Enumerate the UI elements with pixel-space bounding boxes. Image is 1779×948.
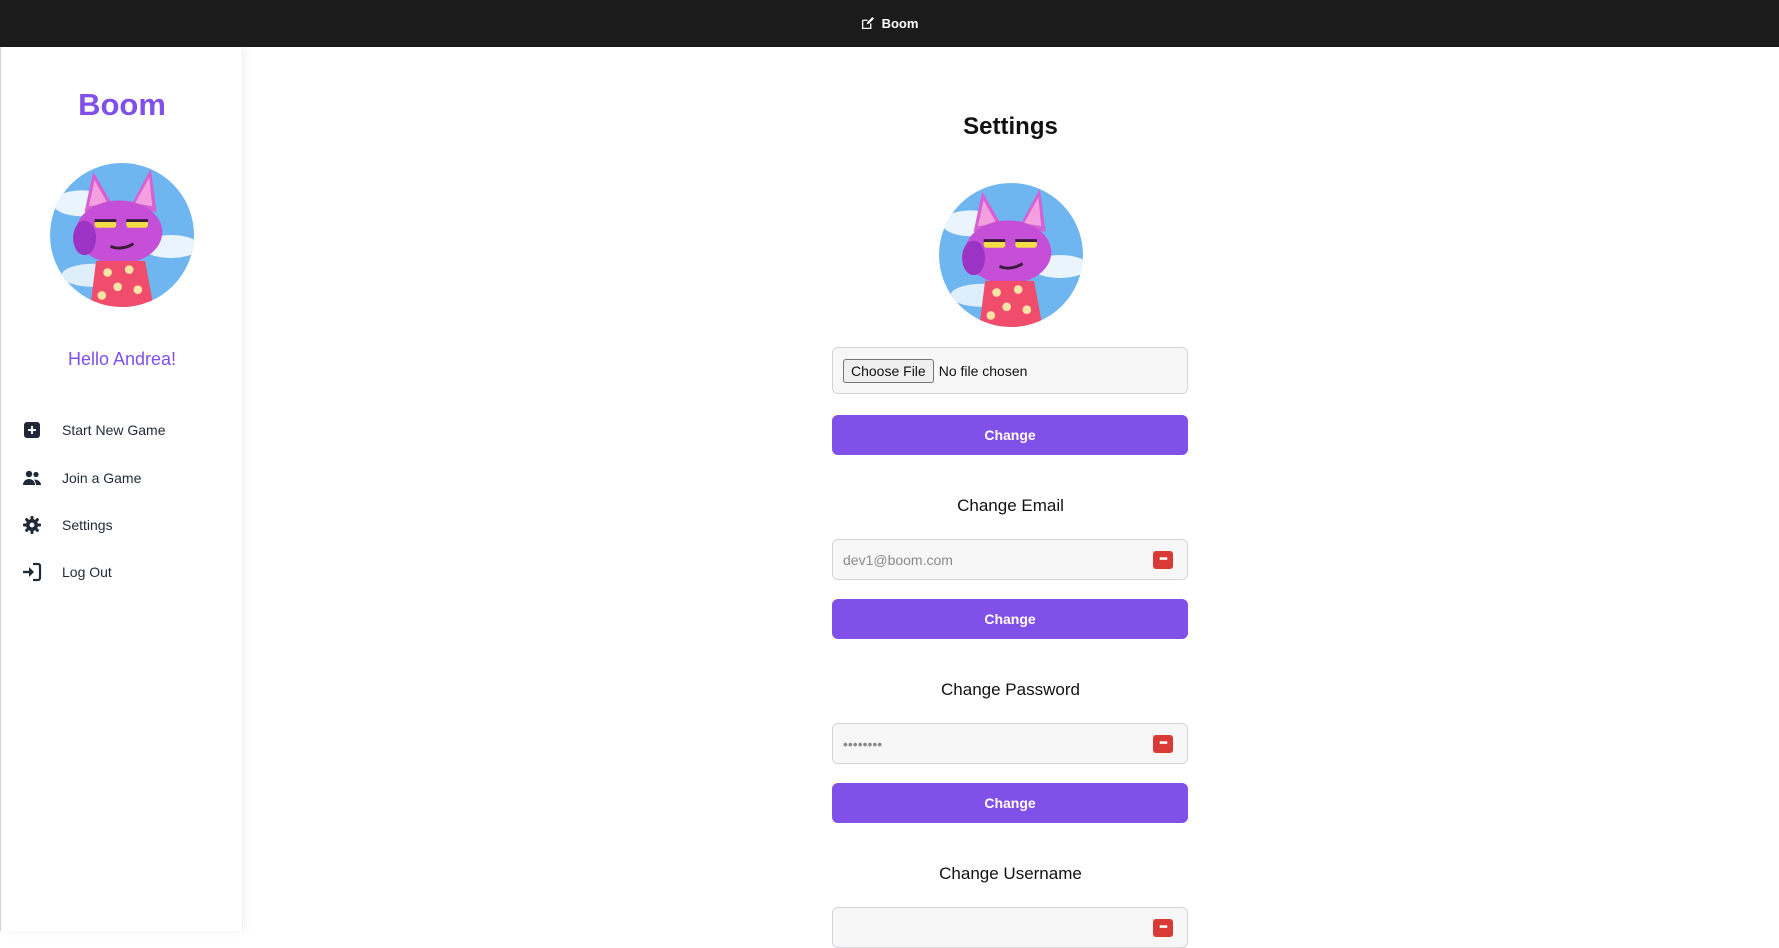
username-field[interactable] <box>833 918 1153 937</box>
greeting: Hello Andrea! <box>67 349 177 369</box>
username-field-wrapper: ••• <box>832 907 1188 948</box>
password-field[interactable] <box>833 734 1153 753</box>
users-icon <box>22 468 42 488</box>
file-status: No file chosen <box>938 362 1028 379</box>
sidebar-item-log-out[interactable]: Log Out <box>22 557 232 587</box>
change-email-button[interactable]: Change <box>832 599 1188 639</box>
brand-logo[interactable]: Boom <box>2 87 242 123</box>
email-field-wrapper: ••• <box>832 539 1188 580</box>
email-field[interactable] <box>833 550 1153 569</box>
gear-icon <box>22 515 42 535</box>
plus-square-icon <box>22 420 42 440</box>
sidebar-item-settings[interactable]: Settings <box>22 510 232 540</box>
password-field-wrapper: ••• <box>832 723 1188 764</box>
sidebar-item-label: Join a Game <box>62 470 142 486</box>
avatar <box>50 163 194 307</box>
settings-panel: Settings Choose File No file chosen Chan… <box>243 47 1779 948</box>
change-username-label: Change Username <box>939 864 1082 883</box>
page-title: Settings <box>963 113 1058 140</box>
edit-icon <box>861 17 874 30</box>
change-avatar-button[interactable]: Change <box>832 415 1188 455</box>
window-title: Boom <box>881 16 919 31</box>
sidebar-item-label: Settings <box>62 517 113 533</box>
app-frame: Boom Hello Andrea! Start New Game Join a… <box>0 47 1779 948</box>
change-password-button[interactable]: Change <box>832 783 1188 823</box>
sign-in-icon <box>22 562 42 582</box>
sidebar: Boom Hello Andrea! Start New Game Join a… <box>2 47 243 931</box>
password-manager-icon[interactable]: ••• <box>1153 550 1173 569</box>
change-password-label: Change Password <box>941 680 1080 699</box>
password-manager-icon[interactable]: ••• <box>1153 918 1173 937</box>
window-titlebar: Boom <box>0 0 1779 47</box>
profile-avatar <box>939 183 1083 327</box>
choose-file-button[interactable]: Choose File <box>843 358 934 383</box>
avatar-file-input: Choose File No file chosen <box>832 347 1188 394</box>
password-manager-icon[interactable]: ••• <box>1153 734 1173 753</box>
sidebar-item-join-a-game[interactable]: Join a Game <box>22 463 232 493</box>
change-email-label: Change Email <box>957 496 1064 515</box>
sidebar-item-start-new-game[interactable]: Start New Game <box>22 415 232 445</box>
sidebar-item-label: Log Out <box>62 564 112 580</box>
sidebar-item-label: Start New Game <box>62 422 166 438</box>
